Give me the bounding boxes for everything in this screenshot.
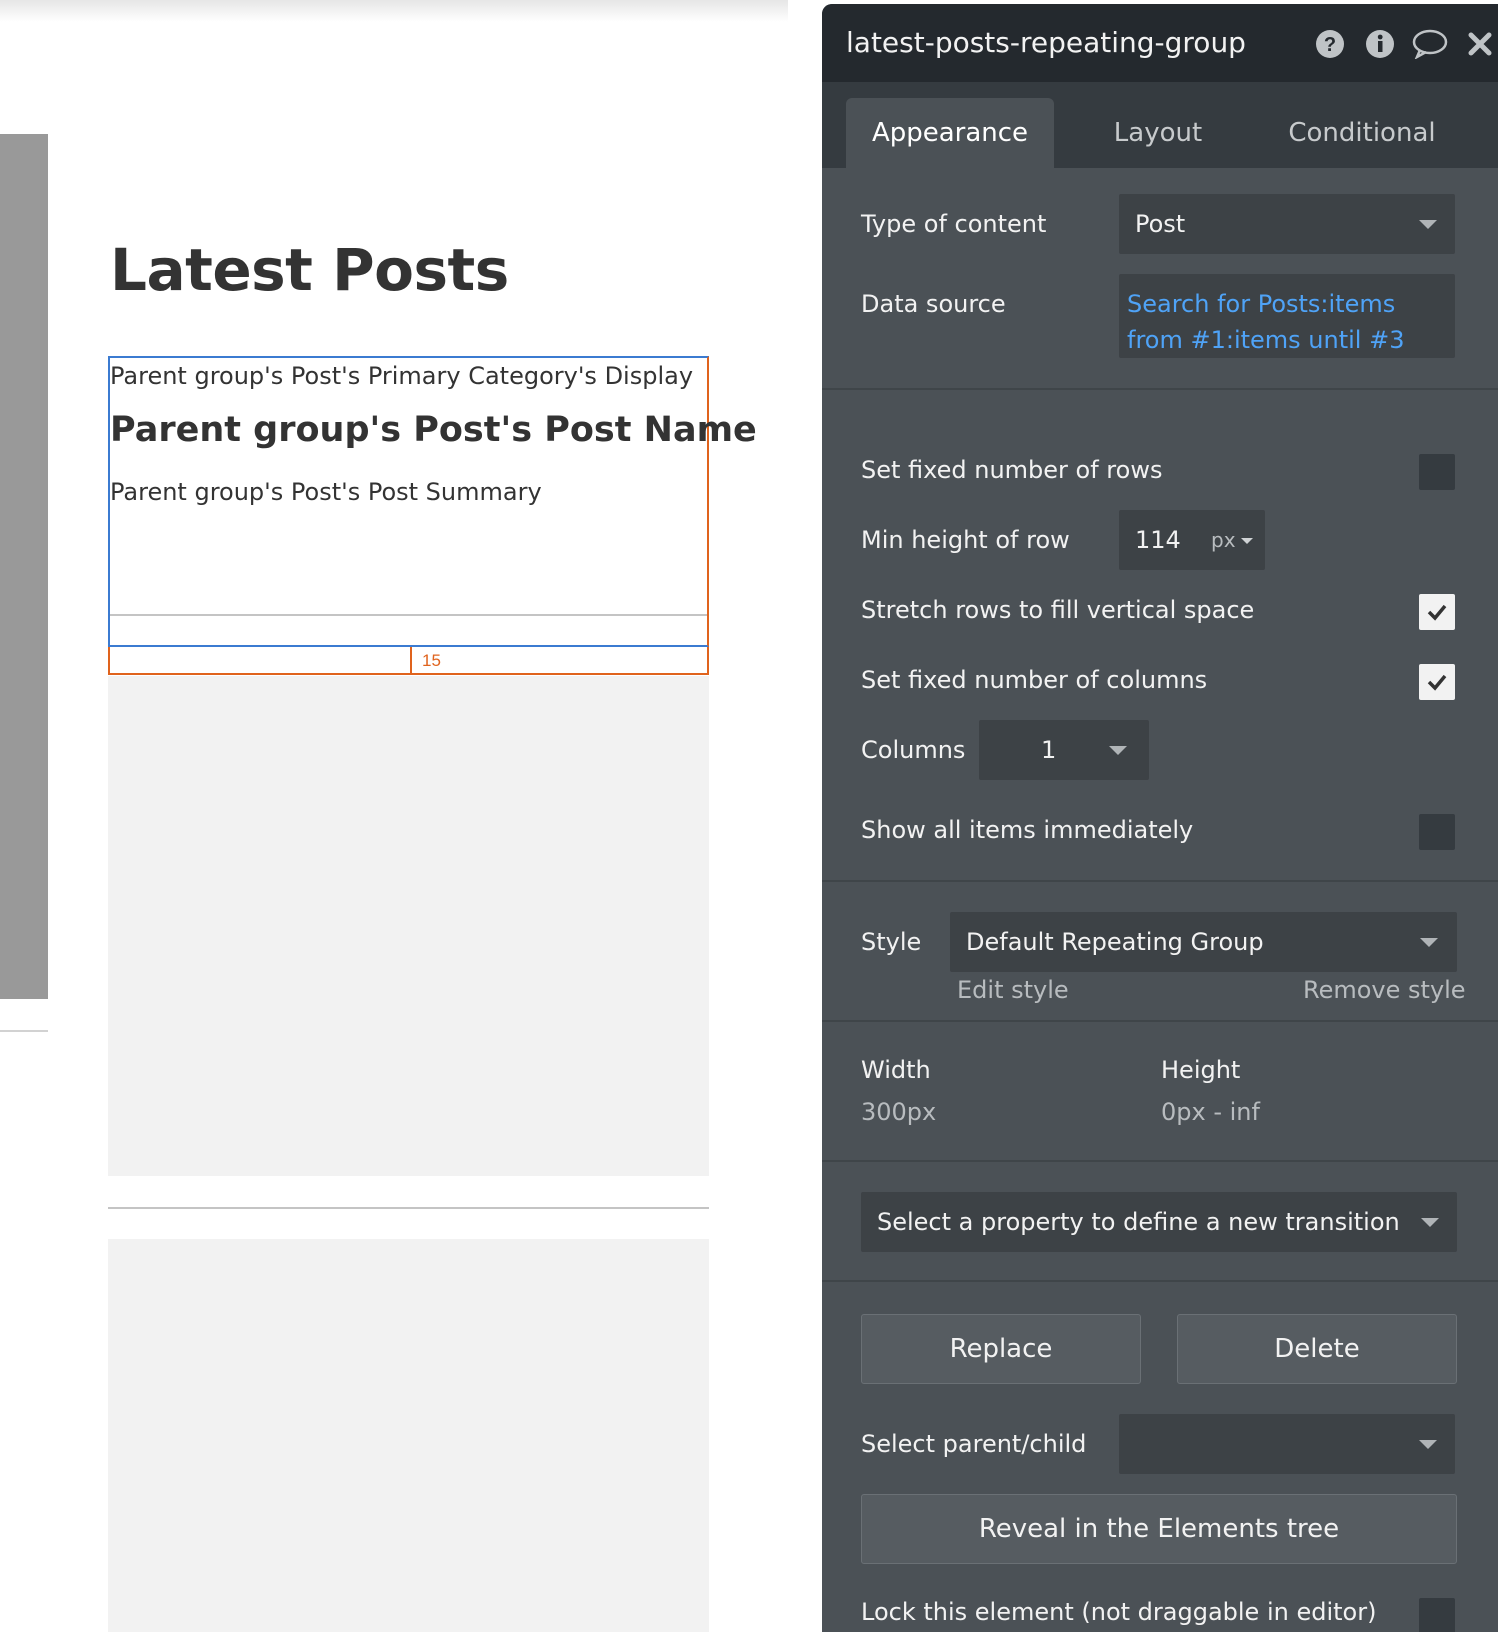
data-source-value[interactable]: Search for Posts:items from #1:items unt… xyxy=(1127,286,1455,358)
width-label: Width xyxy=(861,1056,931,1084)
panel-header: latest-posts-repeating-group ? xyxy=(822,4,1498,82)
close-icon[interactable] xyxy=(1462,26,1498,62)
info-icon[interactable] xyxy=(1362,26,1398,62)
cell-divider-line xyxy=(108,1207,709,1209)
checkmark-icon xyxy=(1427,674,1447,691)
min-height-label: Min height of row xyxy=(861,526,1070,554)
columns-value: 1 xyxy=(1041,736,1057,764)
edit-style-link[interactable]: Edit style xyxy=(957,976,1069,1004)
replace-button[interactable]: Replace xyxy=(861,1314,1141,1384)
comment-icon[interactable] xyxy=(1412,26,1448,62)
element-name-title[interactable]: latest-posts-repeating-group xyxy=(846,26,1246,59)
delete-button[interactable]: Delete xyxy=(1177,1314,1457,1384)
height-value: 0px - inf xyxy=(1161,1098,1260,1126)
spacing-indicator-tick xyxy=(410,647,412,673)
transition-property-dropdown[interactable]: Select a property to define a new transi… xyxy=(861,1192,1457,1252)
unit-caret-icon[interactable] xyxy=(1241,538,1253,544)
post-summary-text[interactable]: Parent group's Post's Post Summary xyxy=(110,478,542,506)
fixed-columns-label: Set fixed number of columns xyxy=(861,666,1208,694)
style-dropdown[interactable]: Default Repeating Group xyxy=(950,912,1457,972)
lock-element-label: Lock this element (not draggable in edit… xyxy=(861,1598,1377,1626)
cell-divider-line[interactable] xyxy=(110,614,707,616)
repeating-group-cell-placeholder xyxy=(108,1239,709,1632)
type-of-content-label: Type of content xyxy=(861,210,1047,238)
type-of-content-value: Post xyxy=(1135,210,1186,238)
height-label: Height xyxy=(1161,1056,1241,1084)
panel-tabs: Appearance Layout Conditional xyxy=(822,82,1498,168)
panel-header-icons: ? xyxy=(1312,26,1498,62)
min-height-value[interactable]: 114 xyxy=(1135,526,1181,554)
parent-child-label: Select parent/child xyxy=(861,1430,1087,1458)
lock-element-checkbox[interactable] xyxy=(1419,1598,1455,1632)
svg-text:?: ? xyxy=(1324,34,1336,56)
style-value: Default Repeating Group xyxy=(966,928,1264,956)
question-icon[interactable]: ? xyxy=(1312,26,1348,62)
data-source-label: Data source xyxy=(861,290,1006,318)
page-title[interactable]: Latest Posts xyxy=(110,236,509,304)
show-all-label: Show all items immediately xyxy=(861,816,1194,844)
parent-child-dropdown[interactable] xyxy=(1119,1414,1455,1474)
remove-style-link[interactable]: Remove style xyxy=(1303,976,1466,1004)
data-source-expression[interactable]: Search for Posts:items from #1:items unt… xyxy=(1119,274,1455,358)
left-divider-line xyxy=(0,1030,48,1032)
show-all-checkbox[interactable] xyxy=(1419,814,1455,850)
transition-placeholder: Select a property to define a new transi… xyxy=(877,1208,1400,1236)
repeating-group-first-cell[interactable]: Parent group's Post's Primary Category's… xyxy=(108,356,757,647)
width-value: 300px xyxy=(861,1098,937,1126)
spacing-indicator: 15 xyxy=(108,647,709,675)
min-height-input[interactable]: 114 px xyxy=(1119,510,1265,570)
stretch-rows-label: Stretch rows to fill vertical space xyxy=(861,596,1255,624)
spacing-value: 15 xyxy=(422,651,441,670)
style-label: Style xyxy=(861,928,922,956)
fixed-columns-checkbox[interactable] xyxy=(1419,664,1455,700)
section-divider xyxy=(822,880,1498,882)
post-name-text[interactable]: Parent group's Post's Post Name xyxy=(110,410,757,450)
columns-dropdown[interactable]: 1 xyxy=(979,720,1149,780)
min-height-unit[interactable]: px xyxy=(1211,528,1236,552)
property-editor-panel: latest-posts-repeating-group ? Appearanc… xyxy=(822,4,1498,1632)
tab-layout[interactable]: Layout xyxy=(1054,98,1262,168)
section-divider xyxy=(822,1020,1498,1022)
stretch-rows-checkbox[interactable] xyxy=(1419,594,1455,630)
left-gray-element[interactable] xyxy=(0,134,48,999)
chevron-down-icon xyxy=(1109,746,1127,755)
tab-conditional[interactable]: Conditional xyxy=(1258,98,1466,168)
chevron-down-icon xyxy=(1419,220,1437,229)
chevron-down-icon xyxy=(1419,1440,1437,1449)
fixed-rows-checkbox[interactable] xyxy=(1419,454,1455,490)
section-divider xyxy=(822,1160,1498,1162)
editor-canvas[interactable]: Latest Posts Parent group's Post's Prima… xyxy=(0,0,788,1632)
reveal-in-tree-button[interactable]: Reveal in the Elements tree xyxy=(861,1494,1457,1564)
fixed-rows-label: Set fixed number of rows xyxy=(861,456,1163,484)
canvas-top-shadow xyxy=(0,0,788,22)
post-category-text[interactable]: Parent group's Post's Primary Category's… xyxy=(110,362,693,390)
checkmark-icon xyxy=(1427,604,1447,621)
section-divider xyxy=(822,388,1498,390)
tab-appearance[interactable]: Appearance xyxy=(846,98,1054,168)
type-of-content-dropdown[interactable]: Post xyxy=(1119,194,1455,254)
chevron-down-icon xyxy=(1421,1218,1439,1227)
chevron-down-icon xyxy=(1420,938,1438,947)
columns-label: Columns xyxy=(861,736,966,764)
repeating-group-cell-placeholder xyxy=(108,676,709,1176)
section-divider xyxy=(822,1280,1498,1282)
